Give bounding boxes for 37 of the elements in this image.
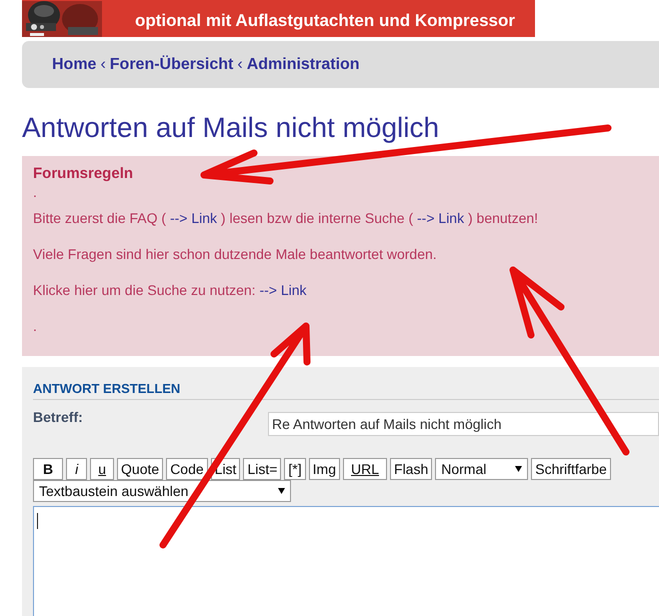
rules-paragraph: . bbox=[33, 183, 38, 202]
rules-paragraph: Viele Fragen sind hier schon dutzende Male beantwortet worden. bbox=[33, 245, 438, 264]
format-button[interactable]: Flash bbox=[390, 458, 432, 480]
breadcrumb-link[interactable]: Administration bbox=[246, 56, 360, 74]
format-button[interactable]: B bbox=[33, 458, 64, 480]
format-button[interactable]: URL bbox=[343, 458, 388, 480]
rules-paragraph: Klicke hier um die Suche zu nutzen: --> Link bbox=[33, 281, 308, 300]
format-button[interactable]: u bbox=[90, 458, 114, 480]
breadcrumb-separator: ‹ bbox=[100, 56, 106, 74]
format-button[interactable]: Quote bbox=[117, 458, 164, 480]
format-button[interactable]: Schriftfarbe bbox=[531, 458, 611, 480]
rules-heading: Forumsregeln bbox=[33, 165, 134, 182]
format-button[interactable]: [*] bbox=[284, 458, 306, 480]
format-button[interactable]: Code bbox=[166, 458, 208, 480]
dropdown[interactable]: Normal bbox=[435, 458, 528, 480]
rules-paragraph: Bitte zuerst die FAQ ( --> Link ) lesen bzw die interne Suche ( --> Link ) benutzen! bbox=[33, 209, 540, 228]
breadcrumb-link[interactable]: Home bbox=[52, 56, 96, 74]
reply-heading: ANTWORT ERSTELLEN bbox=[33, 381, 659, 400]
subject-field[interactable]: Re Antworten auf Mails nicht möglich bbox=[268, 412, 659, 436]
message-field[interactable] bbox=[33, 506, 659, 616]
dropdown[interactable]: Textbaustein auswählen bbox=[33, 480, 291, 502]
format-button[interactable]: List= bbox=[243, 458, 282, 480]
format-button[interactable]: i bbox=[66, 458, 88, 480]
rules-link[interactable]: --> Link bbox=[170, 210, 218, 226]
rules-link[interactable]: --> Link bbox=[417, 210, 464, 226]
format-button[interactable]: Img bbox=[308, 458, 340, 480]
advertisement-banner[interactable]: optional mit Auflastgutachten und Kompressor bbox=[22, 0, 535, 37]
banner-text: optional mit Auflastgutachten und Kompressor bbox=[134, 11, 515, 32]
breadcrumb-link[interactable]: Foren-Übersicht bbox=[110, 56, 234, 74]
caret-icon bbox=[515, 466, 522, 472]
breadcrumb-separator: ‹ bbox=[237, 56, 243, 74]
rules-paragraph: . bbox=[33, 317, 38, 336]
subject-label: Betreff: bbox=[33, 409, 84, 425]
rules-link[interactable]: --> Link bbox=[259, 282, 307, 298]
caret-icon bbox=[278, 488, 285, 494]
text-cursor bbox=[37, 513, 38, 529]
topic-title: Antworten auf Mails nicht möglich bbox=[22, 111, 440, 145]
